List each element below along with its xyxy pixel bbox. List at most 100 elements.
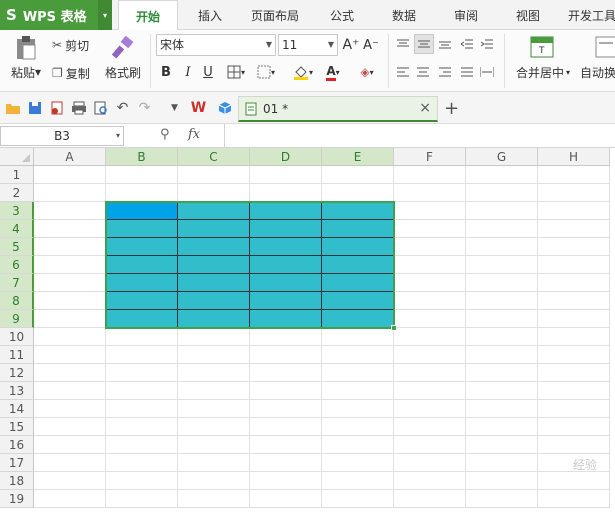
row-header-15[interactable]: 15 [0,418,34,436]
italic-button[interactable]: I [180,62,196,82]
row-header-2[interactable]: 2 [0,184,34,202]
cell-g9[interactable] [466,310,538,328]
row-header-18[interactable]: 18 [0,472,34,490]
cell-g6[interactable] [466,256,538,274]
cell-b4[interactable] [106,220,178,238]
cell-g5[interactable] [466,238,538,256]
column-header-d[interactable]: D [250,148,322,166]
cell-d16[interactable] [250,436,322,454]
cell-g3[interactable] [466,202,538,220]
cell-f11[interactable] [394,346,466,364]
cell-e14[interactable] [322,400,394,418]
cell-a1[interactable] [34,166,106,184]
cell-e18[interactable] [322,472,394,490]
font-shrink-button[interactable]: A⁻ [362,34,380,56]
bold-button[interactable]: B [158,62,174,82]
cell-h19[interactable] [538,490,610,508]
cell-e5[interactable] [322,238,394,256]
cell-g14[interactable] [466,400,538,418]
row-header-17[interactable]: 17 [0,454,34,472]
cell-b10[interactable] [106,328,178,346]
cell-h12[interactable] [538,364,610,382]
cell-h16[interactable] [538,436,610,454]
cell-a6[interactable] [34,256,106,274]
cell-h4[interactable] [538,220,610,238]
cell-h18[interactable] [538,472,610,490]
fill-handle[interactable] [391,325,397,331]
tab-review[interactable]: 审阅 [440,0,492,30]
cell-c5[interactable] [178,238,250,256]
cell-b19[interactable] [106,490,178,508]
export-pdf-icon[interactable] [48,99,65,116]
cell-b2[interactable] [106,184,178,202]
cell-g17[interactable] [466,454,538,472]
cell-e10[interactable] [322,328,394,346]
copy-button[interactable]: ❐ 复制 [52,64,100,82]
cell-b13[interactable] [106,382,178,400]
cell-c14[interactable] [178,400,250,418]
row-header-7[interactable]: 7 [0,274,34,292]
new-tab-icon[interactable]: + [444,98,459,119]
row-header-8[interactable]: 8 [0,292,34,310]
row-header-13[interactable]: 13 [0,382,34,400]
align-middle-icon[interactable] [414,34,434,54]
increase-indent-icon[interactable] [478,36,496,52]
cell-e2[interactable] [322,184,394,202]
row-header-6[interactable]: 6 [0,256,34,274]
cell-a5[interactable] [34,238,106,256]
chevron-down-icon[interactable]: ▾ [98,0,112,30]
cell-d10[interactable] [250,328,322,346]
cell-d4[interactable] [250,220,322,238]
cell-e6[interactable] [322,256,394,274]
cell-a8[interactable] [34,292,106,310]
row-header-3[interactable]: 3 [0,202,34,220]
print-icon[interactable] [70,99,87,116]
column-header-h[interactable]: H [538,148,610,166]
cell-e8[interactable] [322,292,394,310]
cell-c15[interactable] [178,418,250,436]
distributed-align-icon[interactable] [478,64,496,80]
font-grow-button[interactable]: A⁺ [342,34,360,56]
open-folder-icon[interactable] [4,99,21,116]
fill-color-button[interactable]: ▾ [288,62,318,82]
cell-g16[interactable] [466,436,538,454]
decrease-indent-icon[interactable] [458,36,476,52]
formula-input[interactable] [226,126,614,146]
font-name-select[interactable]: 宋体 ▼ [156,34,276,56]
name-box[interactable]: B3 ▾ [0,126,124,146]
cell-f7[interactable] [394,274,466,292]
cell-g10[interactable] [466,328,538,346]
cell-e7[interactable] [322,274,394,292]
cell-f4[interactable] [394,220,466,238]
cell-d2[interactable] [250,184,322,202]
cell-c2[interactable] [178,184,250,202]
cell-d1[interactable] [250,166,322,184]
cell-d9[interactable] [250,310,322,328]
document-tab[interactable]: 01 * × [238,96,438,122]
cell-e4[interactable] [322,220,394,238]
cell-h9[interactable] [538,310,610,328]
cell-c1[interactable] [178,166,250,184]
select-all-corner[interactable] [0,148,34,166]
cell-d6[interactable] [250,256,322,274]
cell-b11[interactable] [106,346,178,364]
undo-icon[interactable]: ↶ [114,99,131,116]
cell-c12[interactable] [178,364,250,382]
cell-h7[interactable] [538,274,610,292]
row-header-12[interactable]: 12 [0,364,34,382]
cell-f8[interactable] [394,292,466,310]
cell-g7[interactable] [466,274,538,292]
wps-logo-icon[interactable]: W [190,99,207,116]
cell-g13[interactable] [466,382,538,400]
spreadsheet-grid[interactable]: A B C D E F G H 1 2 3 4 5 6 7 8 9 10 11 12 13 14 15 16 17 18 19 经验 [0,148,615,515]
cell-g11[interactable] [466,346,538,364]
cell-e1[interactable] [322,166,394,184]
cell-b1[interactable] [106,166,178,184]
cell-h1[interactable] [538,166,610,184]
cell-b9[interactable] [106,310,178,328]
cell-e17[interactable] [322,454,394,472]
cell-f2[interactable] [394,184,466,202]
save-icon[interactable] [26,99,43,116]
align-bottom-icon[interactable] [436,36,454,52]
align-left-icon[interactable] [394,64,412,80]
